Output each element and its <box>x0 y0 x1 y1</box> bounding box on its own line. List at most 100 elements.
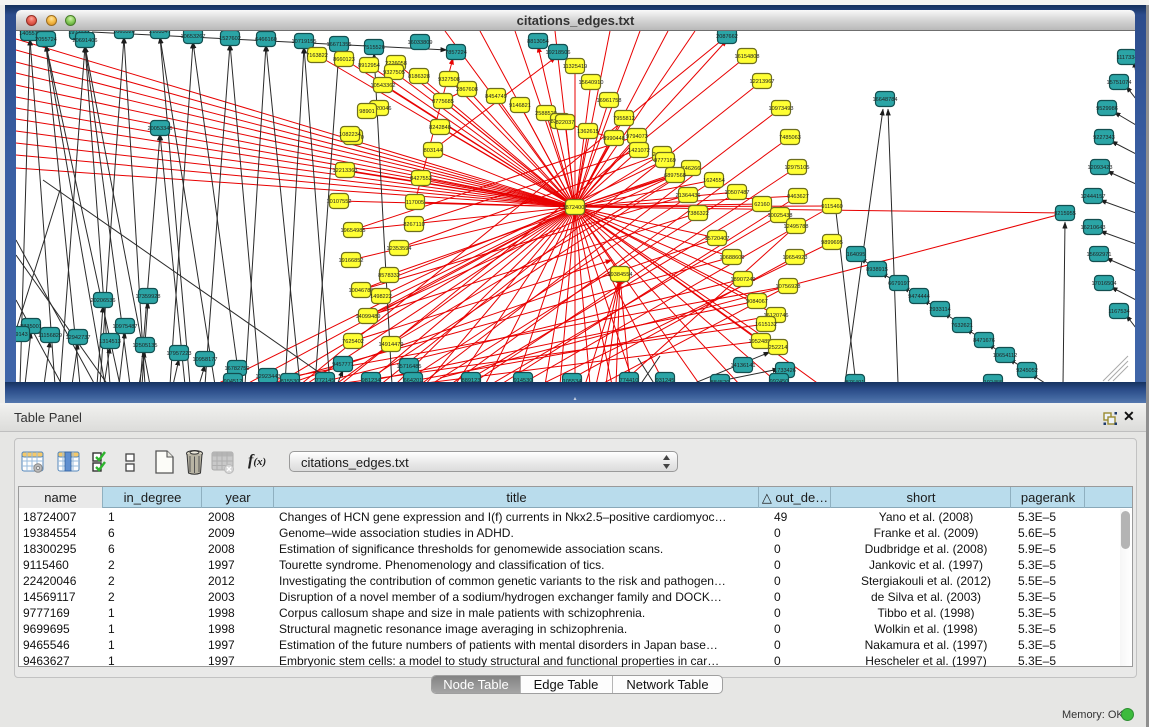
svg-text:19384554: 19384554 <box>608 272 633 278</box>
svg-text:10543362: 10543362 <box>371 83 396 89</box>
svg-text:8775685: 8775685 <box>432 99 454 105</box>
svg-text:2087662: 2087662 <box>716 34 738 40</box>
svg-text:992450: 992450 <box>770 379 789 382</box>
svg-text:252214: 252214 <box>769 345 788 351</box>
svg-text:9327508: 9327508 <box>438 77 460 83</box>
svg-text:18724007: 18724007 <box>563 205 588 211</box>
svg-text:889123: 889123 <box>462 378 481 382</box>
svg-text:7515526: 7515526 <box>363 45 385 51</box>
svg-text:6466160: 6466160 <box>255 37 277 43</box>
svg-text:8938915: 8938915 <box>866 267 888 273</box>
svg-text:12213967: 12213967 <box>750 79 775 85</box>
svg-text:12975105: 12975105 <box>785 165 810 171</box>
svg-text:914530: 914530 <box>514 378 533 382</box>
svg-text:7163822: 7163822 <box>306 53 328 59</box>
svg-text:12505135: 12505135 <box>133 343 158 349</box>
svg-text:1527602: 1527602 <box>219 36 241 42</box>
svg-text:15716485: 15716485 <box>397 364 422 370</box>
svg-text:10973493: 10973493 <box>769 106 794 112</box>
svg-text:10975487: 10975487 <box>113 324 138 330</box>
svg-text:8813054: 8813054 <box>527 39 549 45</box>
svg-text:2055724: 2055724 <box>35 37 57 43</box>
svg-text:14099489: 14099489 <box>356 314 381 320</box>
svg-text:14136141: 14136141 <box>731 363 756 369</box>
svg-text:8990448: 8990448 <box>603 136 625 142</box>
svg-text:19218506: 19218506 <box>546 50 571 56</box>
svg-text:20206536: 20206536 <box>91 298 116 304</box>
svg-text:1117334: 1117334 <box>1117 55 1135 61</box>
svg-text:98901: 98901 <box>359 109 375 115</box>
svg-text:164095: 164095 <box>847 252 866 258</box>
svg-text:9777169: 9777169 <box>654 158 676 164</box>
svg-text:3215955: 3215955 <box>1054 211 1076 217</box>
svg-text:11156829: 11156829 <box>38 333 62 339</box>
svg-text:7632621: 7632621 <box>951 323 973 329</box>
svg-text:16154808: 16154808 <box>735 54 760 60</box>
svg-text:1624554: 1624554 <box>703 178 725 184</box>
svg-text:815530: 815530 <box>281 379 300 382</box>
svg-text:10107552: 10107552 <box>327 199 352 205</box>
svg-text:12213363: 12213363 <box>333 168 358 174</box>
svg-text:8242848: 8242848 <box>429 125 451 131</box>
svg-text:1498222: 1498222 <box>370 294 392 300</box>
svg-text:8912954: 8912954 <box>358 63 380 69</box>
svg-text:19654985: 19654985 <box>341 228 366 234</box>
svg-text:9899695: 9899695 <box>821 240 843 246</box>
svg-text:16033809: 16033809 <box>408 40 433 46</box>
svg-text:16782759: 16782759 <box>225 366 250 372</box>
svg-text:9245052: 9245052 <box>1016 368 1038 374</box>
svg-text:39143: 39143 <box>16 332 28 338</box>
svg-text:6897568: 6897568 <box>664 173 686 179</box>
svg-text:15720407: 15720407 <box>705 236 730 242</box>
svg-text:822037: 822037 <box>556 120 575 126</box>
svg-text:1167534: 1167534 <box>1108 309 1129 315</box>
svg-text:1065326: 1065326 <box>113 31 135 35</box>
svg-text:8578332: 8578332 <box>378 273 400 279</box>
svg-text:10756928: 10756928 <box>776 284 801 290</box>
svg-text:12093423: 12093423 <box>1088 165 1113 171</box>
svg-text:7625402: 7625402 <box>342 339 364 345</box>
svg-text:8660123: 8660123 <box>333 57 355 63</box>
svg-text:664201: 664201 <box>404 378 423 382</box>
svg-text:9463627: 9463627 <box>787 194 809 200</box>
svg-text:1421072: 1421072 <box>628 148 650 154</box>
svg-text:9146821: 9146821 <box>509 103 531 109</box>
svg-text:7955812: 7955812 <box>613 116 635 122</box>
svg-text:15751074: 15751074 <box>1107 80 1132 86</box>
svg-text:7857224: 7857224 <box>445 50 467 56</box>
svg-text:17016504: 17016504 <box>1092 281 1117 287</box>
svg-text:8454749: 8454749 <box>485 94 507 100</box>
svg-text:10719155: 10719155 <box>292 39 317 45</box>
svg-text:9227343: 9227343 <box>1093 135 1115 141</box>
svg-text:105534: 105534 <box>563 379 582 382</box>
svg-text:12495788: 12495788 <box>784 224 809 230</box>
svg-text:15692971: 15692971 <box>1087 252 1112 258</box>
svg-text:9115460: 9115460 <box>821 204 842 210</box>
svg-text:2103347: 2103347 <box>149 31 171 35</box>
svg-text:9529986: 9529986 <box>1096 106 1118 112</box>
svg-text:12923443: 12923443 <box>256 374 281 380</box>
svg-text:102455: 102455 <box>984 380 1003 382</box>
svg-text:20691406: 20691406 <box>73 38 98 44</box>
svg-text:21364436: 21364436 <box>676 193 701 199</box>
svg-text:1615132: 1615132 <box>755 322 777 328</box>
svg-text:9457771: 9457771 <box>332 362 354 368</box>
svg-text:2933114: 2933114 <box>929 307 950 313</box>
svg-text:8427552: 8427552 <box>410 176 432 182</box>
svg-text:17957223: 17957223 <box>167 351 192 357</box>
svg-text:8186328: 8186328 <box>408 74 430 80</box>
svg-text:981234: 981234 <box>362 378 381 382</box>
svg-text:884520: 884520 <box>711 380 730 382</box>
svg-text:9327505: 9327505 <box>383 70 405 76</box>
svg-text:1082234: 1082234 <box>339 132 361 138</box>
svg-text:6679197: 6679197 <box>888 281 910 287</box>
svg-text:772145: 772145 <box>316 378 335 382</box>
svg-text:876401: 876401 <box>846 380 865 382</box>
svg-text:117005: 117005 <box>406 200 424 206</box>
svg-text:17359928: 17359928 <box>136 294 161 300</box>
svg-text:9474444: 9474444 <box>908 294 930 300</box>
svg-text:2867608: 2867608 <box>456 87 478 93</box>
svg-text:803144: 803144 <box>424 148 443 154</box>
svg-text:7485063: 7485063 <box>779 135 801 141</box>
svg-text:10507487: 10507487 <box>725 190 750 196</box>
